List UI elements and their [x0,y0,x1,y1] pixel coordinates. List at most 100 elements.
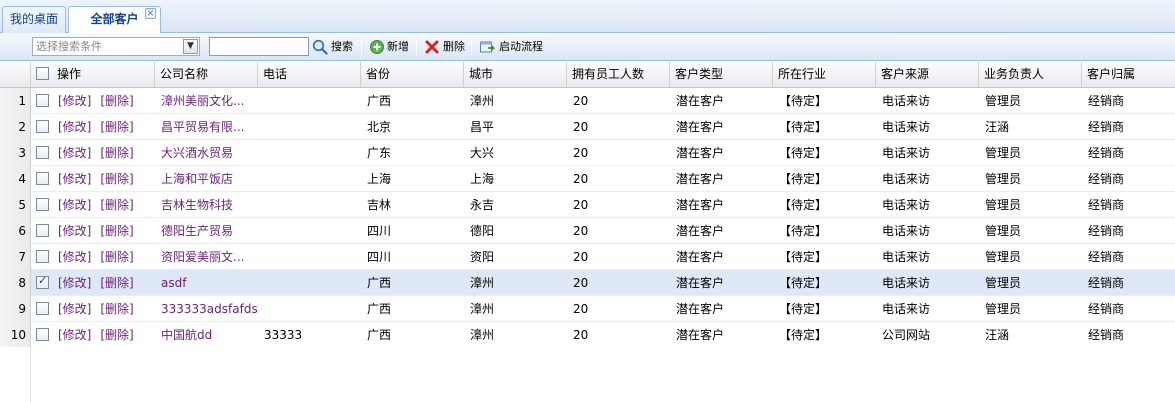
company-cell[interactable]: 大兴酒水贸易 [156,140,258,165]
column-header-province[interactable]: 省份 [361,62,464,87]
delete-link[interactable]: [删除] [100,224,133,238]
company-cell[interactable]: 昌平贸易有限... [156,114,258,139]
delete-link[interactable]: [删除] [100,94,133,108]
company-cell[interactable]: 德阳生产贸易 [156,218,258,243]
phone-cell [259,166,361,191]
column-header-customer-type[interactable]: 客户类型 [670,62,773,87]
edit-link[interactable]: [修改] [58,172,91,186]
delete-link[interactable]: [删除] [100,250,133,264]
edit-link[interactable]: [修改] [58,276,91,290]
industry-cell: 【待定】 [779,276,828,290]
search-button[interactable]: 搜索 [312,38,354,56]
delete-link[interactable]: [删除] [100,276,133,290]
owner-cell: 管理员 [985,198,1022,212]
add-icon [370,40,384,54]
delete-link[interactable]: [删除] [100,146,133,160]
edit-link[interactable]: [修改] [58,146,91,160]
province-cell: 广西 [367,276,392,290]
tab-all-customers[interactable]: 全部客户 × [68,6,161,34]
row-checkbox[interactable] [36,274,49,289]
dropdown-arrow-icon[interactable]: ▼ [183,39,198,54]
row-checkbox[interactable] [36,94,49,107]
company-cell[interactable]: 上海和平饭店 [156,166,258,191]
actions-cell: [修改] [删除] [53,270,155,295]
row-checkbox[interactable] [36,172,49,185]
employees-cell: 20 [573,328,589,342]
edit-link[interactable]: [修改] [58,328,91,342]
company-cell[interactable]: 333333adsfafds [156,296,258,321]
edit-link[interactable]: [修改] [58,250,91,264]
province-cell: 广西 [367,302,392,316]
table-row[interactable]: 1 [修改] [删除] 漳州美丽文化... 广西 漳州 20 潜在客户 【待定】 电话来访 管理员 经… [0,88,1175,114]
column-header-company[interactable]: 公司名称 [155,62,258,87]
table-row[interactable]: 6 [修改] [删除] 德阳生产贸易 四川 德阳 20 潜在客户 【待定】 电话来访 管理员 经销商 [0,218,1175,244]
delete-button[interactable]: 删除 [424,38,466,56]
column-header-actions[interactable]: 操作 [52,62,155,87]
column-header-city[interactable]: 城市 [464,62,567,87]
delete-link[interactable]: [删除] [100,172,133,186]
row-checkbox[interactable] [36,250,49,263]
column-header-source[interactable]: 客户来源 [876,62,979,87]
table-row[interactable]: 5 [修改] [删除] 吉林生物科技 吉林 永吉 20 潜在客户 【待定】 电话来访 管理员 经销商 [0,192,1175,218]
select-all-checkbox[interactable] [36,67,49,80]
customer-type-cell: 潜在客户 [676,172,725,186]
edit-link[interactable]: [修改] [58,302,91,316]
add-button[interactable]: 新增 [369,38,411,56]
belong-cell: 经销商 [1088,328,1125,342]
edit-link[interactable]: [修改] [58,94,91,108]
column-header-belong[interactable]: 客户归属 [1082,62,1175,87]
search-input[interactable] [209,37,309,56]
start-workflow-button[interactable]: 启动流程 [479,38,545,56]
company-cell[interactable]: 吉林生物科技 [156,192,258,217]
edit-link[interactable]: [修改] [58,120,91,134]
company-cell[interactable]: asdf [156,270,258,295]
search-icon [312,39,328,55]
belong-cell: 经销商 [1088,172,1125,186]
table-row[interactable]: 3 [修改] [删除] 大兴酒水贸易 广东 大兴 20 潜在客户 【待定】 电话来访 管理员 经销商 [0,140,1175,166]
row-checkbox[interactable] [36,302,49,315]
industry-cell: 【待定】 [779,250,828,264]
row-checkbox[interactable] [36,120,49,133]
edit-link[interactable]: [修改] [58,198,91,212]
edit-link[interactable]: [修改] [58,224,91,238]
delete-link[interactable]: [删除] [100,328,133,342]
company-cell[interactable]: 资阳爱美丽文... [156,244,258,269]
row-checkbox[interactable] [36,198,49,211]
column-header-employees[interactable]: 拥有员工人数 [567,62,670,87]
delete-link[interactable]: [删除] [100,302,133,316]
company-cell[interactable]: 中国航dd [156,322,258,347]
delete-link[interactable]: [删除] [100,120,133,134]
phone-cell [259,218,361,243]
employees-cell: 20 [573,94,589,108]
search-condition-select[interactable]: 选择搜索条件 ▼ [32,37,200,56]
table-row[interactable]: 4 [修改] [删除] 上海和平饭店 上海 上海 20 潜在客户 【待定】 电话来访 管理员 经销商 [0,166,1175,192]
close-icon[interactable]: × [145,8,156,19]
row-number: 6 [0,218,31,244]
row-checkbox[interactable] [36,146,49,159]
phone-cell: 33333 [264,328,303,342]
row-checkbox[interactable] [36,328,49,341]
table-row[interactable]: 8 [修改] [删除] asdf 广西 漳州 20 潜在客户 【待定】 电话来访 管理员 经销商 [0,270,1175,296]
column-header-phone[interactable]: 电话 [258,62,361,87]
column-header-industry[interactable]: 所在行业 [773,62,876,87]
employees-cell: 20 [573,172,589,186]
industry-cell: 【待定】 [779,328,828,342]
table-row[interactable]: 10 [修改] [删除] 中国航dd 33333 广西 漳州 20 潜在客户 【待定】 公司网站 汪涵… [0,322,1175,348]
delete-icon [425,40,439,54]
owner-cell: 管理员 [985,250,1022,264]
city-cell: 上海 [470,172,495,186]
table-row[interactable]: 2 [修改] [删除] 昌平贸易有限... 北京 昌平 20 潜在客户 【待定】 电话来访 汪涵 经销… [0,114,1175,140]
row-checkbox[interactable] [36,224,49,237]
customer-type-cell: 潜在客户 [676,250,725,264]
delete-link[interactable]: [删除] [100,198,133,212]
column-header-owner[interactable]: 业务负责人 [979,62,1082,87]
row-number: 8 [0,270,31,296]
company-cell[interactable]: 漳州美丽文化... [156,88,258,113]
tab-my-desktop[interactable]: 我的桌面 [2,6,66,33]
province-cell: 吉林 [367,198,392,212]
actions-cell: [修改] [删除] [53,140,155,165]
table-row[interactable]: 9 [修改] [删除] 333333adsfafds 广西 漳州 20 潜在客户 【待定】 电话来… [0,296,1175,322]
table-row[interactable]: 7 [修改] [删除] 资阳爱美丽文... 四川 资阳 20 潜在客户 【待定】 电话来访 管理员 经… [0,244,1175,270]
add-label: 新增 [387,40,409,53]
employees-cell: 20 [573,250,589,264]
